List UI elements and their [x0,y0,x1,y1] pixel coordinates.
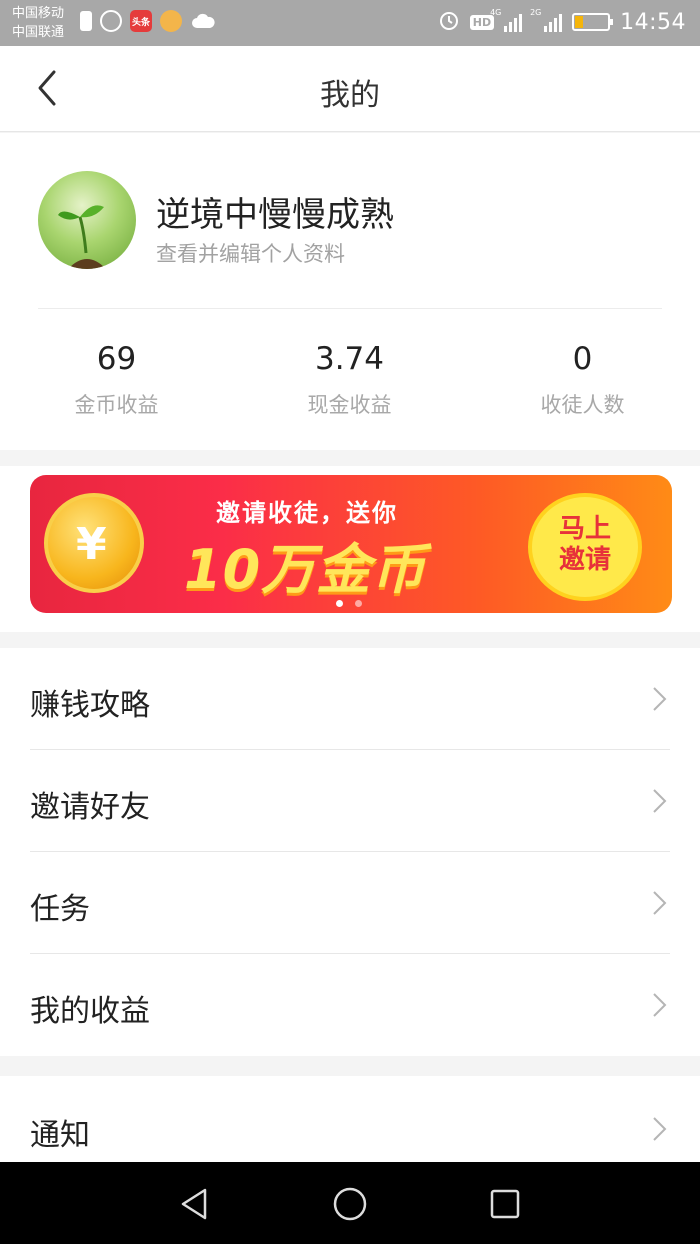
sprout-icon [58,205,106,269]
circle-home-icon [333,1187,367,1221]
edit-profile-link[interactable]: 查看并编辑个人资料 [156,238,345,268]
nav-recents-button[interactable] [485,1184,525,1224]
news-app-icon: 头条 [130,10,152,32]
nav-home-button[interactable] [330,1184,370,1224]
signal-2g-icon: 2G [530,8,563,32]
nav-back-button[interactable] [175,1184,215,1224]
stat-value: 3.74 [314,341,385,377]
menu-item-my-earnings[interactable]: 我的收益 [0,954,700,1056]
menu-list-secondary: 通知 [0,1076,700,1162]
square-recents-icon [490,1189,520,1219]
stat-label: 现金收益 [307,393,392,417]
network-2g-label: 2G [530,8,542,17]
menu-item-label: 任务 [30,892,90,927]
alarm-icon [438,9,460,35]
menu-item-invite-friends[interactable]: 邀请好友 [0,750,700,852]
system-status: HD 4G 2G 14:54 [438,8,686,35]
stat-value: 69 [96,341,137,377]
stat-label: 收徒人数 [540,393,625,417]
signal-4g-icon: 4G [490,8,523,32]
network-4g-label: 4G [490,8,502,17]
menu-item-notifications[interactable]: 通知 [0,1076,700,1162]
menu-item-earning-guide[interactable]: 赚钱攻略 [0,648,700,750]
system-nav-bar [0,1162,700,1244]
invite-button-line1: 马上 [558,514,611,544]
menu-item-label: 邀请好友 [30,790,150,825]
app-header: 我的 [0,46,700,132]
invite-now-button[interactable]: 马上 邀请 [528,493,642,601]
username[interactable]: 逆境中慢慢成熟 [156,187,394,236]
carousel-dot-active[interactable] [336,600,343,607]
stat-label: 金币收益 [74,393,159,417]
notification-icons: 头条 [80,10,216,32]
invite-banner[interactable]: ¥ 邀请收徒，送你 10万金币 马上 邀请 [30,475,672,613]
menu-item-label: 赚钱攻略 [30,688,150,723]
app-icon [100,10,122,32]
profile-section: 逆境中慢慢成熟 查看并编辑个人资料 69 金币收益 3.74 现金收益 0 收徒… [0,133,700,450]
page-title: 我的 [320,78,380,113]
carrier-1: 中国移动 [12,6,65,21]
menu-item-label: 通知 [30,1118,90,1153]
triangle-back-icon [181,1188,207,1220]
menu-list: 赚钱攻略 邀请好友 任务 我的收益 [0,648,700,1056]
chevron-right-icon [653,789,667,813]
carrier-2: 中国联通 [12,25,65,40]
clock: 14:54 [620,9,686,35]
menu-item-tasks[interactable]: 任务 [0,852,700,954]
stat-value: 0 [572,341,593,377]
banner-reward: 10万金币 [184,538,427,601]
stat-cash-earnings[interactable]: 3.74 现金收益 [233,341,466,419]
cloud-icon [190,10,216,32]
stat-apprentice-count[interactable]: 0 收徒人数 [466,341,699,419]
carousel-dots [336,600,362,607]
chevron-right-icon [653,993,667,1017]
carousel-dot[interactable] [355,600,362,607]
chevron-right-icon [653,687,667,711]
battery-fill [575,16,583,28]
carrier-info: 中国移动 中国联通 [12,4,64,42]
alert-icon [80,11,92,31]
divider [38,308,662,309]
stat-coin-earnings[interactable]: 69 金币收益 [0,341,233,419]
coin-symbol: ¥ [76,519,107,570]
banner-carousel: ¥ 邀请收徒，送你 10万金币 马上 邀请 [0,466,700,632]
invite-button-line2: 邀请 [558,545,611,575]
avatar[interactable] [38,171,136,269]
cat-app-icon [160,10,182,32]
chevron-right-icon [653,891,667,915]
gold-coin-icon: ¥ [44,493,144,593]
menu-item-label: 我的收益 [30,994,150,1029]
chevron-right-icon [653,1117,667,1141]
status-bar: 中国移动 中国联通 头条 HD 4G 2G 14:54 [0,0,700,46]
battery-icon [572,13,614,31]
banner-headline: 邀请收徒，送你 [216,499,398,527]
